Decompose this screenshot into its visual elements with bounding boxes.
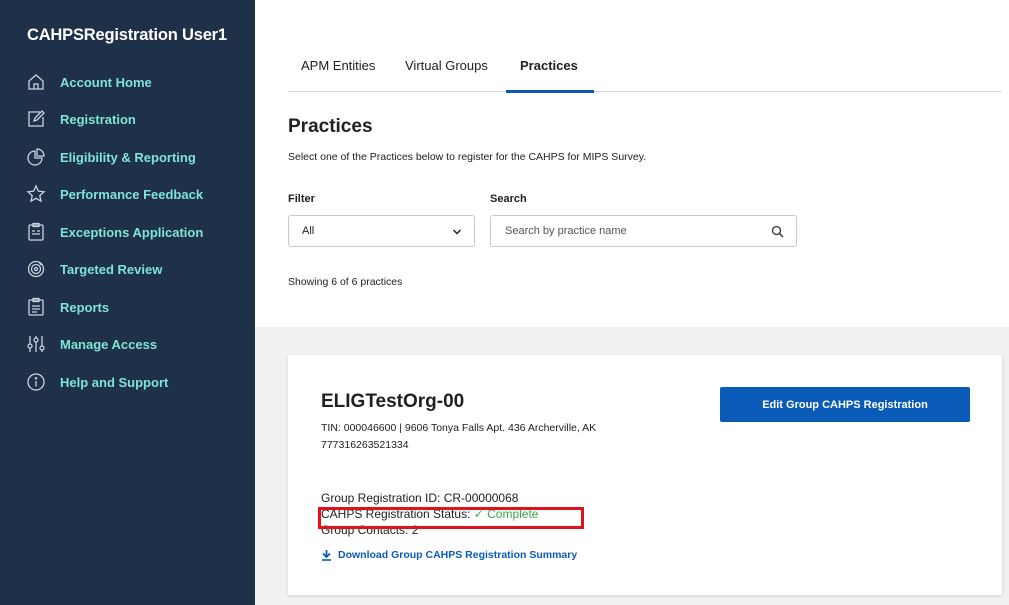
target-review-icon [25, 258, 47, 280]
chevron-down-icon [452, 229, 462, 235]
home-icon [25, 71, 47, 93]
tab-bar: APM Entities Virtual Groups Practices [288, 46, 1002, 93]
sidebar-item-label: Registration [60, 111, 136, 127]
sliders-icon [25, 333, 47, 355]
filter-dropdown[interactable]: All [288, 215, 475, 247]
pie-chart-icon [25, 146, 47, 168]
sidebar-item-help-support[interactable]: Help and Support [0, 365, 255, 399]
download-icon [322, 550, 331, 561]
sidebar-item-registration[interactable]: Registration [0, 102, 255, 136]
sidebar-item-label: Targeted Review [60, 261, 163, 277]
info-icon [25, 371, 47, 393]
page-title: Practices [288, 116, 373, 137]
user-name: CAHPSRegistration User1 [27, 26, 227, 44]
registration-details: Group Registration ID: CR-00000068 CAHPS… [318, 490, 584, 538]
practice-card: ELIGTestOrg-00 TIN: 000046600 | 9606 Ton… [288, 355, 1002, 595]
results-count: Showing 6 of 6 practices [288, 276, 403, 288]
edit-icon [25, 108, 47, 130]
sidebar-item-performance-feedback[interactable]: Performance Feedback [0, 177, 255, 211]
download-summary-link[interactable]: Download Group CAHPS Registration Summar… [321, 549, 577, 561]
status-highlight-box [318, 507, 584, 529]
tab-virtual-groups[interactable]: Virtual Groups [405, 58, 488, 73]
report-icon [25, 296, 47, 318]
sidebar-item-label: Manage Access [60, 336, 158, 352]
sidebar: CAHPSRegistration User1 Account Home Reg… [0, 0, 255, 605]
search-box [490, 215, 797, 247]
sidebar-item-label: Eligibility & Reporting [60, 149, 196, 165]
active-tab-indicator [506, 90, 594, 93]
sidebar-item-label: Performance Feedback [60, 186, 204, 202]
sidebar-item-account-home[interactable]: Account Home [0, 65, 255, 99]
sidebar-item-label: Reports [60, 299, 110, 315]
sidebar-item-label: Exceptions Application [60, 224, 204, 240]
search-input[interactable] [492, 217, 762, 245]
main-content: APM Entities Virtual Groups Practices Pr… [255, 0, 1009, 605]
star-icon [25, 183, 47, 205]
page-description: Select one of the Practices below to reg… [288, 151, 647, 163]
sidebar-item-manage-access[interactable]: Manage Access [0, 327, 255, 361]
clipboard-icon [25, 221, 47, 243]
download-label: Download Group CAHPS Registration Summar… [338, 549, 578, 561]
tab-practices[interactable]: Practices [520, 58, 578, 73]
edit-registration-button[interactable]: Edit Group CAHPS Registration [720, 387, 970, 422]
filter-value: All [302, 225, 315, 237]
sidebar-item-label: Account Home [60, 74, 152, 90]
sidebar-item-exceptions-application[interactable]: Exceptions Application [0, 215, 255, 249]
sidebar-item-targeted-review[interactable]: Targeted Review [0, 252, 255, 286]
sidebar-item-eligibility-reporting[interactable]: Eligibility & Reporting [0, 140, 255, 174]
sidebar-item-reports[interactable]: Reports [0, 290, 255, 324]
practice-name: ELIGTestOrg-00 [321, 391, 465, 412]
sidebar-item-label: Help and Support [60, 374, 169, 390]
search-icon[interactable] [771, 225, 784, 238]
registration-id: Group Registration ID: CR-00000068 [321, 491, 519, 505]
practice-tin-address: TIN: 000046600 | 9606 Tonya Falls Apt. 4… [321, 422, 597, 451]
tab-apm-entities[interactable]: APM Entities [301, 58, 375, 73]
search-label: Search [490, 193, 527, 205]
filter-label: Filter [288, 193, 315, 205]
